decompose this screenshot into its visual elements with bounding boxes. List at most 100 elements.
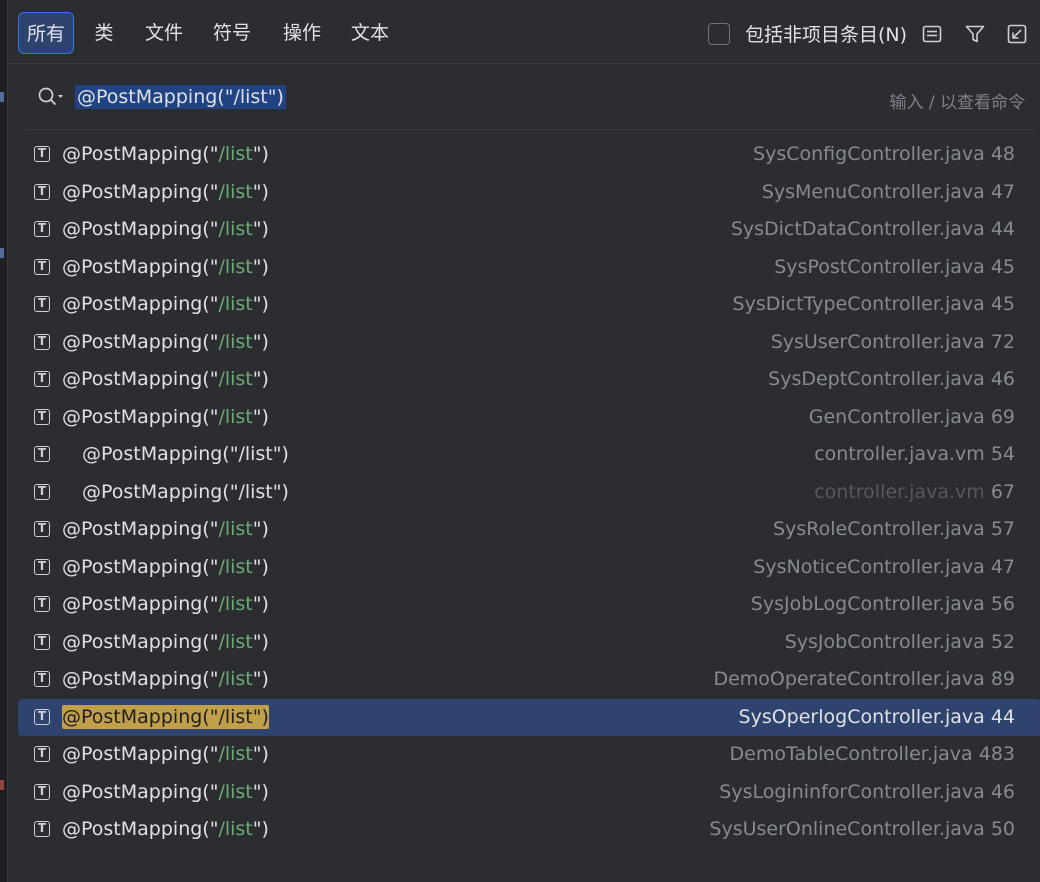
text-match-icon: T [34, 596, 50, 612]
text-match-icon: T [34, 408, 50, 425]
text-match-icon: T [34, 146, 50, 162]
result-code: @PostMapping("/list") [62, 668, 269, 690]
result-row[interactable]: T @PostMapping("/list") SysDeptController.… [18, 361, 1040, 399]
result-line-number: 46 [990, 368, 1015, 390]
filter-icon[interactable] [964, 23, 986, 45]
result-line-number: 44 [990, 705, 1015, 728]
result-line-number: 47 [990, 555, 1015, 578]
editor-gutter-bleed [0, 0, 7, 882]
result-row[interactable]: T @PostMapping("/list") controller.java.vm… [18, 436, 1040, 474]
result-location: SysLogininforController.java 46 [719, 774, 1015, 812]
result-file-name: SysMenuController.java [761, 180, 985, 203]
result-row[interactable]: T @PostMapping("/list") SysMenuController.… [18, 174, 1040, 212]
result-code: @PostMapping("/list") [62, 780, 269, 803]
result-file-name: SysDictTypeController.java [732, 293, 985, 315]
result-line-number: 45 [990, 255, 1015, 278]
result-location: SysNoticeController.java 47 [753, 549, 1015, 587]
result-file-name: SysUserController.java [770, 330, 985, 353]
tab-actions[interactable]: 操作 [276, 12, 328, 54]
tab-classes[interactable]: 类 [86, 12, 122, 54]
result-file-name: SysPostController.java [774, 255, 985, 278]
text-match-icon: T [34, 521, 50, 537]
result-code: @PostMapping("/list") [62, 743, 269, 765]
result-line-number: 67 [990, 480, 1015, 503]
result-file-name: controller.java.vm [814, 480, 985, 503]
result-location: SysDictTypeController.java 45 [733, 286, 1015, 324]
result-location: controller.java.vm 67 [814, 474, 1015, 512]
text-match-icon: T [34, 333, 50, 350]
result-location: SysUserOnlineController.java 50 [709, 811, 1015, 849]
search-icon[interactable] [37, 86, 65, 108]
result-line-number: 45 [990, 293, 1015, 315]
result-row[interactable]: T @PostMapping("/list") GenController.java… [18, 399, 1040, 437]
text-match-icon: T [34, 708, 50, 725]
result-code: @PostMapping("/list") [62, 555, 269, 578]
result-line-number: 44 [990, 218, 1015, 240]
result-code: @PostMapping("/list") [62, 593, 269, 615]
result-line-number: 48 [990, 143, 1015, 165]
search-bar: @PostMapping("/list") 输入 / 以查看命令 [25, 66, 1035, 130]
tab-all[interactable]: 所有 [18, 12, 74, 54]
result-line-number: 52 [990, 630, 1015, 653]
result-location: SysJobController.java 52 [785, 624, 1015, 662]
result-row[interactable]: T @PostMapping("/list") SysOperlogControll… [18, 698, 1040, 736]
result-file-name: GenController.java [808, 405, 985, 428]
text-match-icon: T [34, 633, 50, 650]
preview-icon[interactable] [921, 23, 943, 45]
result-location: DemoOperateController.java 89 [713, 661, 1015, 699]
open-in-window-icon[interactable] [1006, 23, 1028, 45]
result-code: @PostMapping("/list") [62, 330, 269, 353]
result-row[interactable]: T @PostMapping("/list") SysJobController.j… [18, 624, 1040, 662]
include-non-project-checkbox[interactable] [708, 23, 730, 45]
text-match-icon: T [34, 258, 50, 275]
result-code: @PostMapping("/list") [62, 218, 269, 240]
result-line-number: 54 [990, 443, 1015, 465]
result-code: @PostMapping("/list") [62, 368, 269, 390]
result-row[interactable]: T @PostMapping("/list") SysUserOnlineContr… [18, 811, 1040, 849]
result-row[interactable]: T @PostMapping("/list") SysConfigControlle… [18, 136, 1040, 174]
result-line-number: 69 [990, 405, 1015, 428]
result-location: SysMenuController.java 47 [762, 174, 1015, 212]
include-non-project-label[interactable]: 包括非项目条目(N) [745, 20, 907, 47]
result-location: SysJobLogController.java 56 [751, 586, 1015, 624]
result-file-name: SysRoleController.java [773, 518, 985, 540]
result-file-name: SysDeptController.java [768, 368, 985, 390]
search-input[interactable]: @PostMapping("/list") [75, 85, 286, 109]
result-list: T @PostMapping("/list") SysConfigControlle… [18, 136, 1040, 849]
result-file-name: SysJobLogController.java [750, 593, 985, 615]
result-row[interactable]: T @PostMapping("/list") SysLogininforContr… [18, 774, 1040, 812]
result-row[interactable]: T @PostMapping("/list") DemoOperateControl… [18, 661, 1040, 699]
result-code: @PostMapping("/list") [62, 180, 269, 203]
result-row[interactable]: T @PostMapping("/list") SysJobLogControlle… [18, 586, 1040, 624]
result-location: SysConfigController.java 48 [753, 136, 1015, 174]
result-line-number: 72 [990, 330, 1015, 353]
text-match-icon: T [34, 671, 50, 687]
result-row[interactable]: T @PostMapping("/list") DemoTableControlle… [18, 736, 1040, 774]
result-code: @PostMapping("/list") [82, 480, 289, 503]
result-line-number: 50 [990, 818, 1015, 840]
result-file-name: SysConfigController.java [753, 143, 985, 165]
search-everywhere-popup: 所有 类 文件 符号 操作 文本 包括非项目条目(N) @PostMapping… [7, 0, 1040, 882]
text-match-icon: T [34, 783, 50, 800]
tab-files[interactable]: 文件 [138, 12, 190, 54]
result-row[interactable]: T @PostMapping("/list") SysPostController.… [18, 249, 1040, 287]
result-row[interactable]: T @PostMapping("/list") SysDictTypeControl… [18, 286, 1040, 324]
result-row[interactable]: T @PostMapping("/list") controller.java.vm… [18, 474, 1040, 512]
result-code: @PostMapping("/list") [62, 630, 269, 653]
result-row[interactable]: T @PostMapping("/list") SysNoticeControlle… [18, 549, 1040, 587]
result-file-name: controller.java.vm [814, 443, 985, 465]
result-line-number: 57 [990, 518, 1015, 540]
tab-symbols[interactable]: 符号 [206, 12, 258, 54]
tab-text[interactable]: 文本 [344, 12, 396, 54]
text-match-icon: T [34, 446, 50, 462]
text-match-icon: T [34, 221, 50, 237]
result-location: SysDeptController.java 46 [768, 361, 1015, 399]
result-row[interactable]: T @PostMapping("/list") SysDictDataControl… [18, 211, 1040, 249]
result-line-number: 56 [990, 593, 1015, 615]
result-row[interactable]: T @PostMapping("/list") SysUserController.… [18, 324, 1040, 362]
result-location: SysPostController.java 45 [774, 249, 1015, 287]
result-file-name: SysUserOnlineController.java [709, 818, 985, 840]
text-match-icon: T [34, 296, 50, 312]
result-row[interactable]: T @PostMapping("/list") SysRoleController.… [18, 511, 1040, 549]
result-line-number: 47 [990, 180, 1015, 203]
